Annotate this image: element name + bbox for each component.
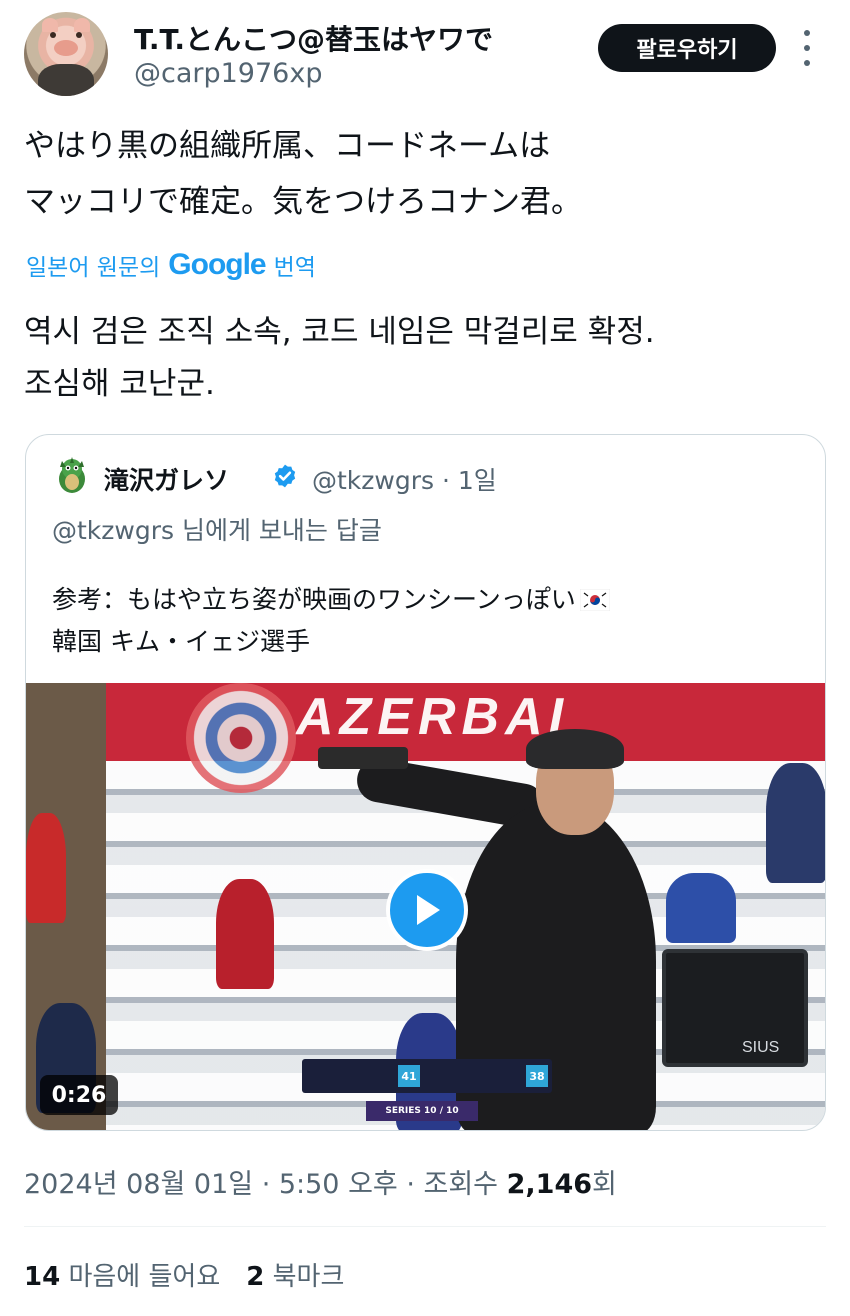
bookmarks-stat[interactable]: 2 북마크 <box>246 1256 344 1293</box>
translate-suffix: 번역 <box>273 255 316 281</box>
korea-flag-icon <box>579 589 610 611</box>
divider <box>24 1226 826 1227</box>
translate-prefix: 일본어 원문의 <box>26 255 161 281</box>
spectator <box>766 763 825 883</box>
likes-label: 마음에 들어요 <box>68 1262 221 1292</box>
reply-to-label[interactable]: @tkzwgrs 님에게 보내는 답글 <box>52 511 382 547</box>
translation-attribution[interactable]: 일본어 원문의 Google 번역 <box>26 248 316 282</box>
more-options-icon[interactable] <box>802 30 812 66</box>
spectator <box>666 873 736 943</box>
likes-stat[interactable]: 14 마음에 들어요 <box>24 1256 220 1293</box>
follow-button[interactable]: 팔로우하기 <box>598 24 776 72</box>
score-monitor <box>662 949 808 1067</box>
verified-badge-icon <box>274 464 296 488</box>
quoted-display-name[interactable]: 滝沢ガレソ <box>104 461 229 497</box>
series-label: SERIES 10 / 10 <box>366 1101 478 1121</box>
timestamp[interactable]: 2024년 08월 01일 · 5:50 오후 · 조회수 <box>24 1169 498 1200</box>
view-count: 2,146 <box>506 1169 593 1200</box>
spectator <box>26 813 66 923</box>
author-avatar[interactable] <box>24 12 108 96</box>
scoreboard: 41 38 <box>302 1059 552 1093</box>
score-right: 38 <box>526 1065 548 1087</box>
bookmarks-count: 2 <box>246 1262 265 1292</box>
view-suffix: 회 <box>592 1169 617 1200</box>
author-handle[interactable]: @carp1976xp <box>134 58 322 89</box>
tweet-meta: 2024년 08월 01일 · 5:50 오후 · 조회수 2,146회 <box>24 1162 617 1201</box>
play-icon <box>417 895 440 925</box>
spectator <box>216 879 274 989</box>
score-left: 41 <box>398 1065 420 1087</box>
video-duration: 0:26 <box>40 1075 118 1115</box>
target-logo <box>186 683 296 793</box>
likes-count: 14 <box>24 1262 61 1292</box>
tweet-line: やはり黒の組織所属、コードネームは <box>24 128 551 164</box>
translated-text: 역시 검은 조직 소속, 코드 네임은 막걸리로 확정. 조심해 코난군. <box>24 306 824 410</box>
google-logo: Google <box>168 248 266 281</box>
quoted-line: 参考：もはや立ち姿が映画のワンシーンっぽい <box>52 585 576 614</box>
quoted-text: 参考：もはや立ち姿が映画のワンシーンっぽい 韓国 キム・イェジ選手 <box>52 579 610 663</box>
bookmarks-label: 북마크 <box>272 1262 345 1292</box>
translated-line: 역시 검은 조직 소속, 코드 네임은 막걸리로 확정. <box>24 314 655 350</box>
quoted-handle-time: @tkzwgrs · 1일 <box>312 466 497 495</box>
tweet-text: やはり黒の組織所属、コードネームは マッコリで確定。気をつけろコナン君。 <box>24 118 824 230</box>
monitor-label: SIUS <box>742 1039 780 1056</box>
author-display-name[interactable]: T.T.とんこつ@替玉はヤワで <box>134 18 493 58</box>
quoted-author-avatar[interactable] <box>52 455 92 495</box>
athlete-cap <box>526 729 624 769</box>
play-button[interactable] <box>386 869 468 951</box>
engagement-stats: 14 마음에 들어요 2 북마크 <box>24 1256 344 1293</box>
quoted-line: 韓国 キム・イェジ選手 <box>52 627 310 656</box>
pistol <box>318 747 408 769</box>
video-player[interactable]: AZERBAI SIUS 41 38 SERIES 10 / 10 0:26 <box>26 683 825 1130</box>
tweet-header: T.T.とんこつ@替玉はヤワで @carp1976xp 팔로우하기 <box>24 12 826 96</box>
tweet-line: マッコリで確定。気をつけろコナン君。 <box>24 184 582 220</box>
translated-line: 조심해 코난군. <box>24 366 215 402</box>
banner-text: AZERBAI <box>296 688 570 746</box>
quoted-tweet-card[interactable]: 滝沢ガレソ @tkzwgrs · 1일 @tkzwgrs 님에게 보내는 답글 … <box>25 434 826 1131</box>
